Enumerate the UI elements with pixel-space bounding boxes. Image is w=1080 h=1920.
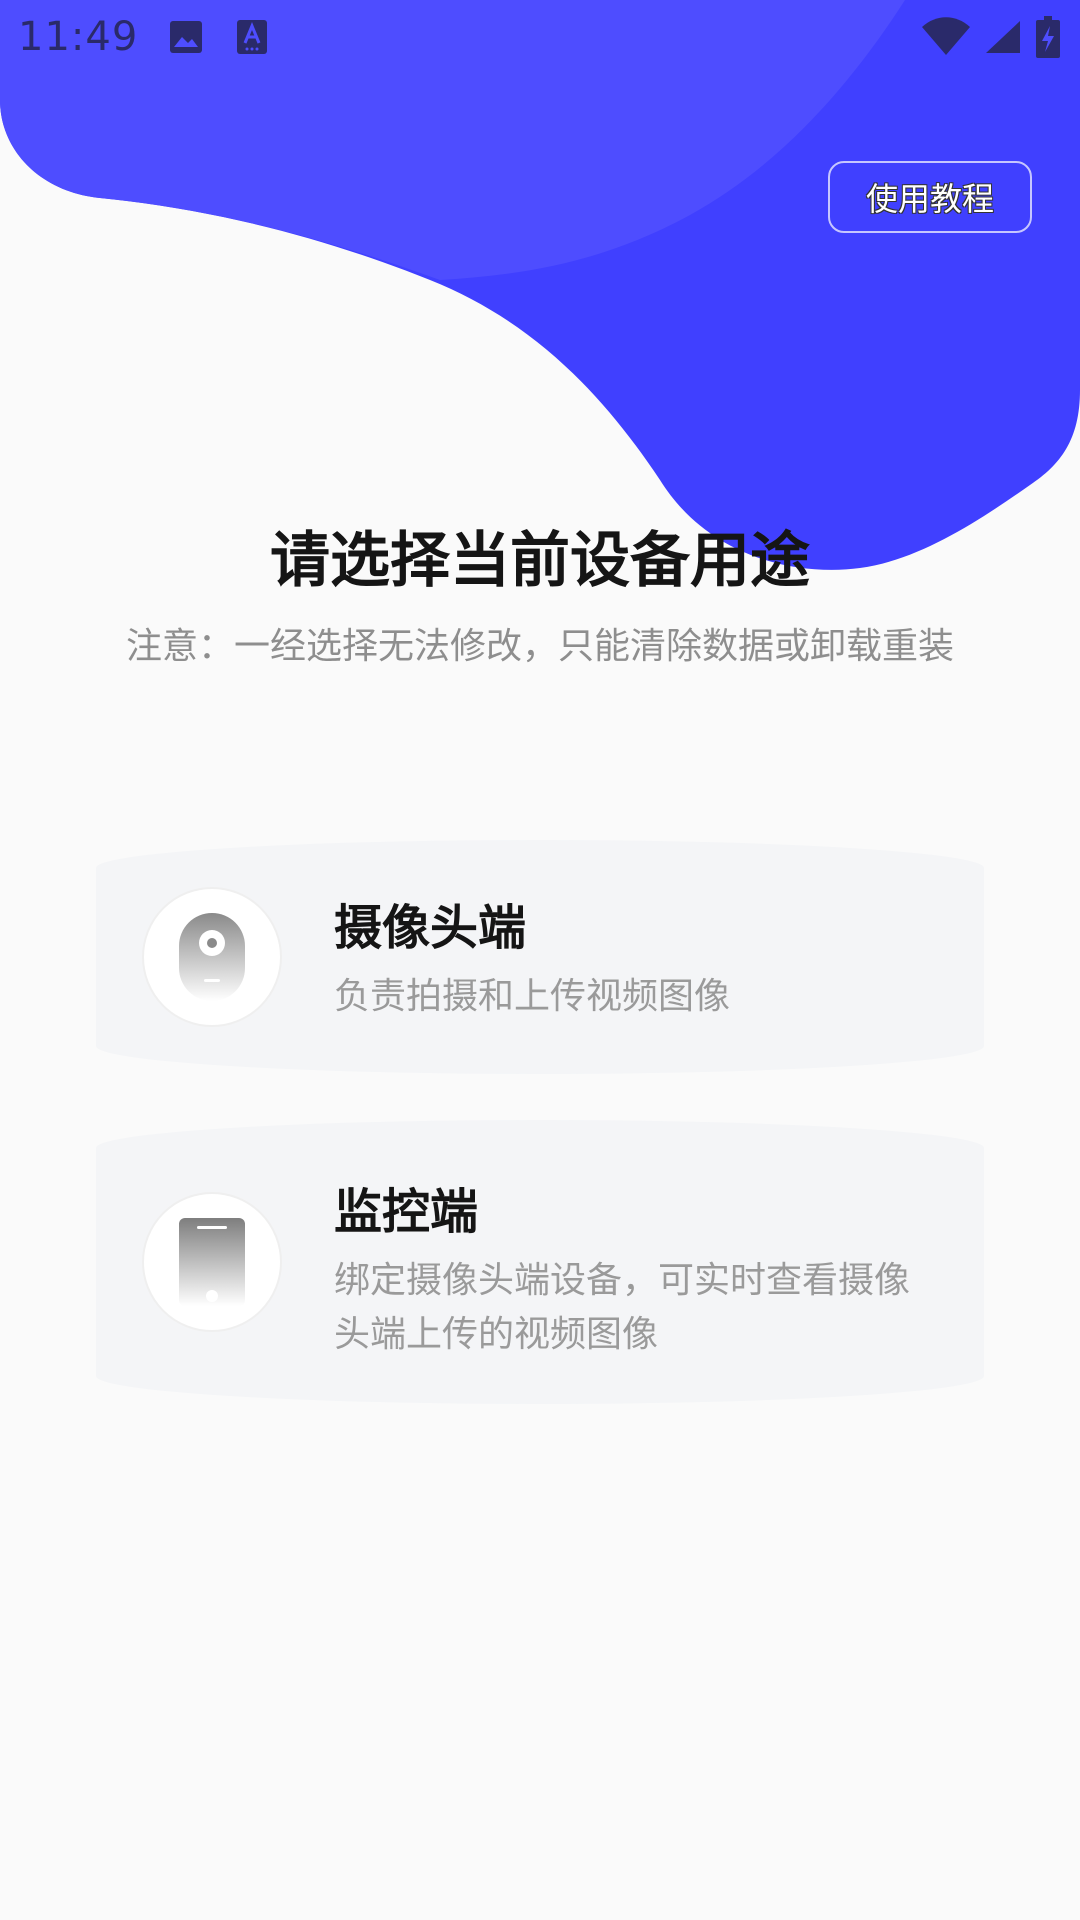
wifi-icon [922, 17, 970, 55]
status-left: 11:49 [18, 14, 270, 60]
option-monitor-description: 绑定摄像头端设备，可实时查看摄像头端上传的视频图像 [334, 1260, 911, 1355]
option-camera-description: 负责拍摄和上传视频图像 [334, 976, 731, 1017]
option-camera-card[interactable]: 摄像头端 负责拍摄和上传视频图像 [96, 840, 984, 1074]
option-monitor-title: 监控端 [334, 1184, 479, 1240]
tutorial-button[interactable]: 使用教程 [828, 161, 1032, 233]
option-camera-title: 摄像头端 [334, 900, 527, 956]
status-time: 11:49 [18, 14, 139, 60]
status-right [922, 16, 1062, 58]
page-title: 请选择当前设备用途 [270, 526, 810, 596]
option-monitor-card[interactable]: 监控端 绑定摄像头端设备，可实时查看摄像头端上传的视频图像 [96, 1120, 984, 1404]
signal-icon [984, 19, 1020, 55]
battery-icon [1034, 16, 1062, 58]
page-subtitle: 注意：一经选择无法修改，只能清除数据或卸载重装 [125, 626, 954, 667]
a-icon [234, 19, 270, 55]
gallery-icon [168, 19, 204, 55]
screen: 11:49 使用教程 请选择当前设备用途 注意：一经选择无法修改，只能清除数据或… [0, 0, 1080, 1920]
phone-icon [142, 1192, 282, 1332]
header-blob-background [0, 0, 1080, 570]
camera-icon [142, 887, 282, 1027]
status-bar: 11:49 [0, 0, 1080, 74]
